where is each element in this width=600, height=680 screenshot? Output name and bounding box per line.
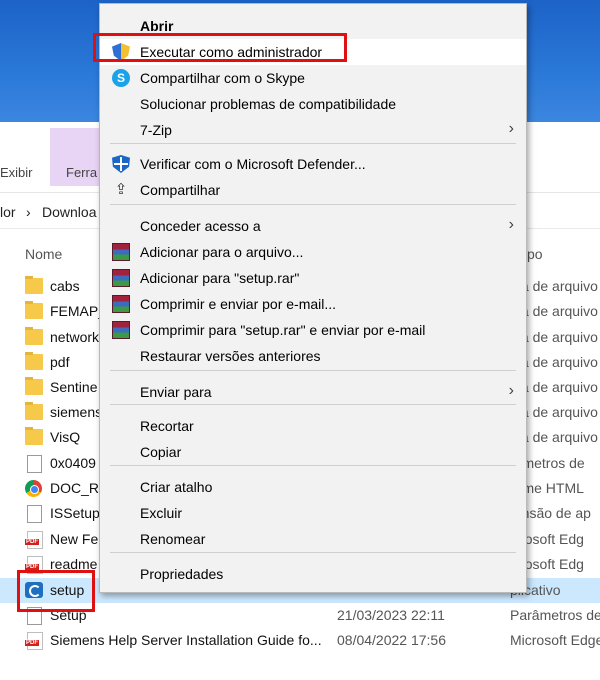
file-type: Parâmetros de [510, 607, 600, 623]
menu-item-label: Criar atalho [140, 479, 213, 495]
menu-item-label: Restaurar versões anteriores [140, 348, 321, 364]
file-type: Microsoft Edge [510, 632, 600, 648]
share-icon: ⇪ [114, 181, 128, 198]
file-name: cabs [50, 278, 80, 294]
chrome-icon [25, 480, 42, 497]
menu-item-label: Solucionar problemas de compatibilidade [140, 96, 397, 112]
file-name: Sentine [50, 379, 98, 395]
menu-item-label: Compartilhar com o Skype [140, 70, 305, 86]
menu-item-label: Excluir [140, 505, 183, 521]
menu-item-label: Propriedades [140, 566, 224, 582]
breadcrumb-separator: › [26, 204, 31, 220]
menu-item-compartilhar-com-o-skype[interactable]: S Compartilhar com o Skype [100, 65, 526, 91]
menu-item-verificar-com-o-microsoft-defender[interactable]: Verificar com o Microsoft Defender... [100, 151, 526, 177]
menu-separator [110, 370, 516, 371]
tab-ferramentas[interactable]: Ferra [66, 165, 97, 180]
folder-icon [25, 276, 43, 294]
breadcrumb-parent[interactable]: lor [0, 204, 16, 220]
menu-item-excluir[interactable]: Excluir [100, 500, 526, 526]
file-name: ISSetup [50, 505, 100, 521]
folder-icon [25, 377, 43, 395]
menu-item-label: Abrir [140, 18, 174, 34]
menu-item-label: Compartilhar [140, 182, 221, 198]
file-date: 21/03/2023 22:11 [337, 607, 445, 623]
column-header-type[interactable]: po [527, 246, 543, 262]
menu-item-label: Comprimir e enviar por e-mail... [140, 296, 337, 312]
winrar-icon [112, 243, 130, 261]
menu-item-restaurar-versoes-anteriores[interactable]: Restaurar versões anteriores [100, 343, 526, 369]
folder-icon [25, 402, 43, 420]
menu-item-label: Adicionar para "setup.rar" [140, 270, 300, 286]
chevron-right-icon: › [508, 120, 514, 137]
file-name: VisQ [50, 429, 81, 445]
tab-exibir[interactable]: Exibir [0, 165, 33, 180]
menu-item-comprimir-para-setup-rar-e-enviar-por-e-mail[interactable]: Comprimir para "setup.rar" e enviar por … [100, 317, 526, 343]
highlight-box-setup [17, 570, 95, 612]
chevron-right-icon: › [508, 382, 514, 399]
file-date: 08/04/2022 17:56 [337, 632, 446, 648]
winrar-icon [112, 321, 130, 339]
menu-item-label: Enviar para [140, 384, 212, 400]
column-header-name[interactable]: Nome [25, 246, 62, 262]
menu-item-label: Renomear [140, 531, 206, 547]
winrar-icon [112, 295, 130, 313]
menu-item-solucionar-problemas-de-compatibilidade[interactable]: Solucionar problemas de compatibilidade [100, 91, 526, 117]
menu-separator [110, 465, 516, 466]
file-name: network [50, 329, 100, 345]
file-name: New Fe [50, 531, 99, 547]
folder-icon [25, 352, 43, 370]
menu-item-label: Comprimir para "setup.rar" e enviar por … [140, 322, 426, 338]
settings-file-icon [27, 455, 42, 473]
menu-item-conceder-acesso-a[interactable]: Conceder acesso a › [100, 213, 526, 239]
breadcrumb-downloads[interactable]: Downloa [42, 204, 96, 220]
menu-item-label: Recortar [140, 418, 194, 434]
folder-icon [25, 427, 43, 445]
pdf-icon [25, 531, 43, 549]
menu-item-criar-atalho[interactable]: Criar atalho [100, 474, 526, 500]
file-name: Siemens Help Server Installation Guide f… [50, 632, 322, 648]
menu-separator [110, 143, 516, 144]
menu-item-label: 7-Zip [140, 122, 172, 138]
menu-item-label: Adicionar para o arquivo... [140, 244, 304, 260]
skype-icon: S [112, 69, 130, 87]
menu-item-adicionar-para-o-arquivo[interactable]: Adicionar para o arquivo... [100, 239, 526, 265]
menu-item-copiar[interactable]: Copiar [100, 439, 526, 465]
menu-item-adicionar-para-setup-rar[interactable]: Adicionar para "setup.rar" [100, 265, 526, 291]
menu-item-recortar[interactable]: Recortar [100, 413, 526, 439]
menu-item-compartilhar[interactable]: ⇪ Compartilhar [100, 177, 526, 203]
file-row[interactable]: Siemens Help Server Installation Guide f… [0, 628, 600, 653]
context-menu: Abrir Executar como administrador S Compart… [99, 3, 527, 593]
folder-icon [25, 327, 43, 345]
menu-separator [110, 204, 516, 205]
menu-item-7-zip[interactable]: 7-Zip › [100, 117, 526, 143]
pdf-icon [25, 632, 43, 650]
menu-item-label: Conceder acesso a [140, 218, 261, 234]
folder-icon [25, 301, 43, 319]
menu-item-propriedades[interactable]: Propriedades [100, 561, 526, 587]
menu-separator [110, 552, 516, 553]
file-name: siemens [50, 404, 103, 420]
menu-item-enviar-para[interactable]: Enviar para › [100, 379, 526, 405]
menu-item-renomear[interactable]: Renomear [100, 526, 526, 552]
defender-icon [112, 155, 130, 173]
menu-item-label: Copiar [140, 444, 182, 460]
highlight-box-run-as-admin [93, 33, 347, 62]
file-icon [27, 505, 42, 523]
menu-item-label: Verificar com o Microsoft Defender... [140, 156, 366, 172]
file-name: FEMAP_ [50, 303, 107, 319]
chevron-right-icon: › [508, 216, 514, 233]
winrar-icon [112, 269, 130, 287]
file-name: 0x0409 [50, 455, 96, 471]
file-name: pdf [50, 354, 70, 370]
menu-item-comprimir-e-enviar-por-e-mail[interactable]: Comprimir e enviar por e-mail... [100, 291, 526, 317]
